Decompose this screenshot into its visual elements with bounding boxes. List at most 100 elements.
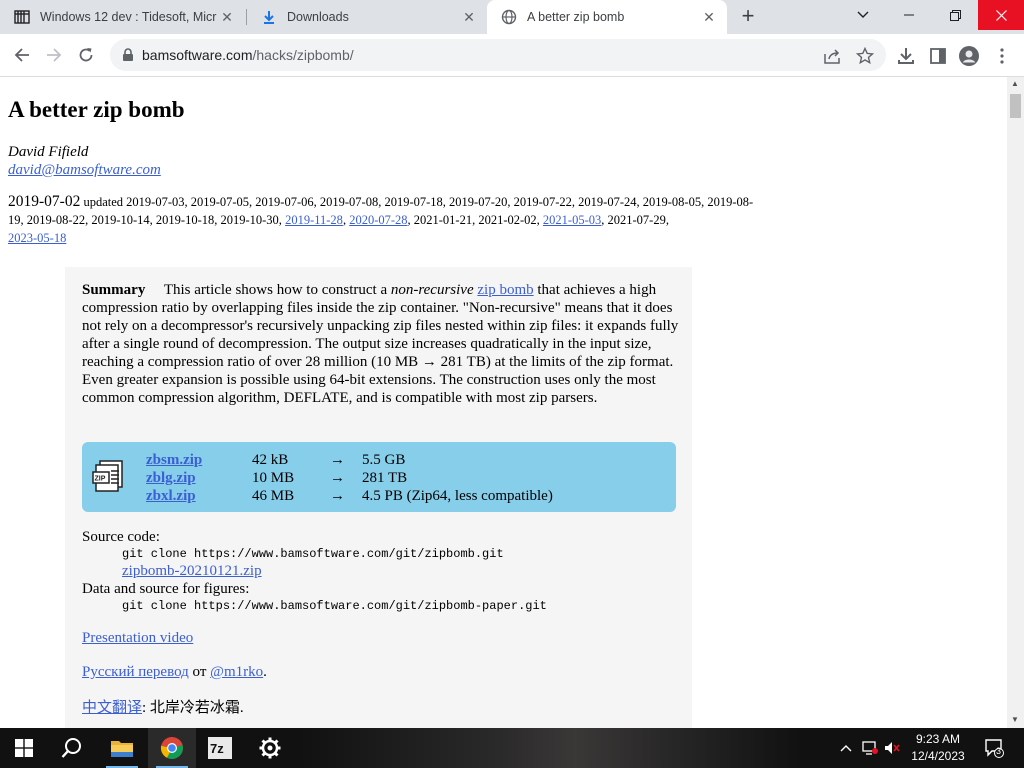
updated-label: updated bbox=[83, 195, 124, 209]
translation-by: от bbox=[192, 664, 207, 680]
summary-heading: Summary bbox=[82, 282, 146, 298]
arrow-right-icon: → bbox=[330, 488, 345, 504]
svg-text:7z: 7z bbox=[210, 741, 224, 756]
author-name: David Fifield bbox=[8, 144, 89, 160]
arrow-right-icon: → bbox=[330, 470, 345, 486]
start-button[interactable] bbox=[0, 728, 48, 768]
7zip-taskbar-item[interactable]: 7z bbox=[196, 728, 244, 768]
bookmark-star-icon[interactable] bbox=[856, 47, 874, 65]
data-git-command: git clone https://www.bamsoftware.com/gi… bbox=[122, 599, 547, 613]
forward-button[interactable] bbox=[42, 43, 66, 67]
volume-muted-icon[interactable] bbox=[884, 740, 900, 756]
source-code-label: Source code: bbox=[82, 529, 160, 545]
source-zip-link[interactable]: zipbomb-20210121.zip bbox=[122, 562, 262, 580]
chrome-taskbar-item[interactable] bbox=[148, 728, 196, 768]
windows-taskbar: 7z 9:23 AM 12/4/2023 3 bbox=[0, 728, 1024, 768]
zip-bomb-link[interactable]: zip bomb bbox=[477, 282, 533, 298]
page-scrollbar[interactable]: ▲ ▼ bbox=[1007, 77, 1024, 728]
download-icon bbox=[898, 48, 914, 64]
menu-button[interactable] bbox=[992, 46, 1012, 66]
download-icon bbox=[261, 9, 277, 25]
translator-link[interactable]: @m1rko bbox=[210, 664, 263, 680]
show-hidden-icons-button[interactable] bbox=[838, 740, 854, 756]
tab-title: Windows 12 dev : Tidesoft, Micr bbox=[40, 10, 217, 24]
reload-icon bbox=[79, 48, 93, 62]
update-dates: , 2021-01-21, 2021-02-02, bbox=[407, 213, 540, 227]
author-email-link[interactable]: david@bamsoftware.com bbox=[8, 162, 161, 179]
downloads-button[interactable] bbox=[896, 46, 916, 66]
download-output: 4.5 PB (Zip64, less compatible) bbox=[362, 488, 553, 504]
restore-button[interactable] bbox=[932, 0, 978, 30]
source-git-command: git clone https://www.bamsoftware.com/gi… bbox=[122, 547, 504, 561]
arrow-right-icon: → bbox=[330, 452, 345, 468]
chevron-down-icon bbox=[857, 11, 869, 18]
download-size: 46 MB bbox=[252, 488, 295, 504]
download-link[interactable]: zbsm.zip bbox=[146, 451, 202, 469]
download-link[interactable]: zblg.zip bbox=[146, 469, 196, 487]
new-tab-button[interactable]: + bbox=[737, 3, 759, 28]
profile-button[interactable] bbox=[959, 46, 979, 66]
download-output: 281 TB bbox=[362, 470, 408, 486]
close-window-button[interactable] bbox=[978, 0, 1024, 30]
data-source-label: Data and source for figures: bbox=[82, 581, 250, 597]
back-button[interactable] bbox=[10, 43, 34, 67]
file-explorer-taskbar-item[interactable] bbox=[98, 728, 146, 768]
folder-icon bbox=[111, 741, 133, 757]
page-title: A better zip bomb bbox=[8, 97, 185, 122]
archive-icon bbox=[14, 9, 30, 25]
chinese-translation-line: 中文翻译: 北岸冷若冰霜. bbox=[82, 699, 244, 717]
update-date-link[interactable]: 2023-05-18 bbox=[8, 231, 66, 245]
scrollbar-thumb[interactable] bbox=[1010, 94, 1021, 118]
download-output: 5.5 GB bbox=[362, 452, 406, 468]
side-panel-button[interactable] bbox=[928, 46, 948, 66]
system-clock[interactable]: 9:23 AM 12/4/2023 bbox=[905, 731, 971, 765]
summary-text: This article shows how to construct a bbox=[163, 282, 388, 298]
lock-icon[interactable] bbox=[122, 48, 134, 67]
close-icon[interactable]: ✕ bbox=[701, 9, 717, 25]
update-date-link[interactable]: 2020-07-28 bbox=[349, 213, 407, 227]
page-content: A better zip bomb David Fifield david@ba… bbox=[0, 77, 1007, 728]
download-link[interactable]: zbxl.zip bbox=[146, 487, 196, 505]
share-icon[interactable] bbox=[824, 47, 842, 65]
reload-button[interactable] bbox=[74, 43, 98, 67]
search-button[interactable] bbox=[48, 728, 96, 768]
restore-icon bbox=[949, 9, 961, 21]
chinese-translation-link[interactable]: 中文翻译 bbox=[82, 700, 142, 716]
tab-downloads[interactable]: Downloads ✕ bbox=[247, 0, 487, 34]
summary-paragraph: Summary This article shows how to constr… bbox=[82, 281, 682, 407]
update-date-link[interactable]: 2019-11-28 bbox=[285, 213, 343, 227]
download-size: 42 kB bbox=[252, 452, 289, 468]
browser-toolbar: bamsoftware.com/hacks/zipbomb/ bbox=[0, 34, 1024, 77]
chrome-icon bbox=[160, 737, 183, 759]
scroll-up-icon[interactable]: ▲ bbox=[1011, 79, 1019, 88]
russian-translation-link[interactable]: Русский перевод bbox=[82, 664, 189, 680]
url-text: bamsoftware.com/hacks/zipbomb/ bbox=[142, 47, 354, 63]
presentation-video-link[interactable]: Presentation video bbox=[82, 629, 193, 647]
close-icon[interactable]: ✕ bbox=[461, 9, 477, 25]
chinese-translator: : 北岸冷若冰霜. bbox=[142, 700, 244, 716]
gear-icon bbox=[259, 737, 281, 759]
close-icon bbox=[995, 9, 1007, 21]
kebab-menu-icon bbox=[1000, 48, 1004, 64]
russian-translation-line: Русский перевод от @m1rko. bbox=[82, 664, 267, 680]
7zip-icon: 7z bbox=[208, 737, 232, 759]
url-domain: bamsoftware.com bbox=[142, 47, 253, 63]
downloads-box: ZIP zbsm.zip 42 kB → 5.5 GB zblg.zip 10 … bbox=[82, 442, 676, 512]
clock-date: 12/4/2023 bbox=[911, 749, 965, 763]
settings-taskbar-item[interactable] bbox=[246, 728, 294, 768]
notification-center-button[interactable]: 3 bbox=[984, 738, 1004, 758]
notification-count: 3 bbox=[996, 746, 1002, 756]
side-panel-icon bbox=[930, 48, 946, 64]
update-date-link[interactable]: 2021-05-03 bbox=[543, 213, 601, 227]
svg-text:ZIP: ZIP bbox=[95, 476, 106, 483]
address-bar[interactable]: bamsoftware.com/hacks/zipbomb/ bbox=[110, 39, 886, 71]
scroll-down-icon[interactable]: ▼ bbox=[1011, 715, 1019, 724]
network-icon[interactable] bbox=[862, 740, 878, 756]
tab-windows12[interactable]: Windows 12 dev : Tidesoft, Micr ✕ bbox=[0, 0, 245, 34]
arrow-right-icon bbox=[47, 48, 62, 62]
tab-zip-bomb[interactable]: A better zip bomb ✕ bbox=[487, 0, 727, 34]
minimize-button[interactable] bbox=[886, 0, 932, 30]
tab-search-button[interactable] bbox=[840, 0, 886, 30]
avatar-icon bbox=[959, 46, 979, 66]
close-icon[interactable]: ✕ bbox=[219, 9, 235, 25]
